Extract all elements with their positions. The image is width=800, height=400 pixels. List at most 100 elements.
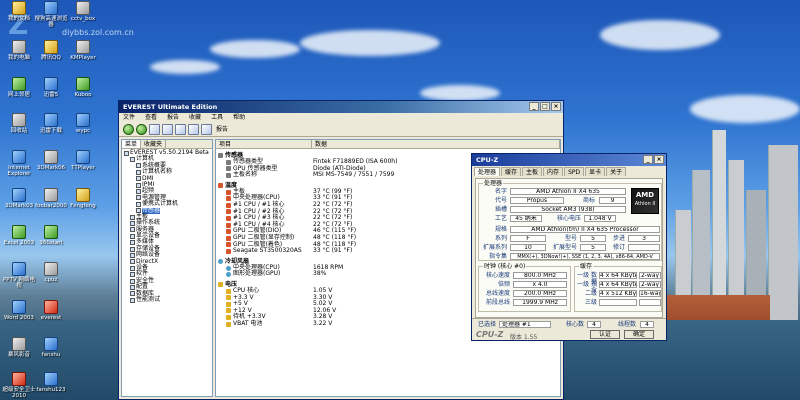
sens-icon <box>226 166 231 172</box>
tree-node-icon <box>136 182 141 188</box>
desktop-icon[interactable]: cpuz <box>34 262 68 283</box>
volt-icon <box>226 301 231 307</box>
instructions-label: 指令集 <box>488 253 507 260</box>
menu-help[interactable]: 帮助 <box>233 113 245 123</box>
tab-menu[interactable]: 菜单 <box>122 140 142 148</box>
chart-icon[interactable] <box>188 124 199 135</box>
desktop-icon[interactable]: 迅雷5 <box>34 77 68 98</box>
desktop-icon[interactable]: KMPlayer <box>66 40 100 61</box>
desktop-icon-label: foobar2000 <box>35 203 67 209</box>
tab-spd[interactable]: SPD <box>564 167 585 176</box>
close-button[interactable]: × <box>654 155 664 164</box>
desktop-icon[interactable]: Kuboo <box>66 77 100 98</box>
tree-node-icon <box>130 246 135 252</box>
validate-button[interactable]: 认证 <box>590 330 620 339</box>
desktop-icon[interactable]: 回收站 <box>2 113 36 134</box>
desktop-icon[interactable]: Fengfeng <box>66 188 100 209</box>
desktop-icon[interactable]: PPTV 网络电视 <box>2 262 36 289</box>
tree-item[interactable]: 性能测试 <box>124 296 210 303</box>
desktop-icon[interactable]: 360start <box>34 225 68 246</box>
desktop-icon[interactable]: wypc <box>66 113 100 134</box>
refresh-icon[interactable] <box>162 124 173 135</box>
up-icon[interactable] <box>149 124 160 135</box>
ext-model-value: 5 <box>580 244 606 251</box>
tree-node-icon <box>130 233 135 239</box>
cpuz-titlebar[interactable]: CPU-Z _ × <box>472 154 666 166</box>
desktop-icon[interactable]: cctv_box <box>66 1 100 22</box>
name-value: AMD Athlon II X4 635 <box>510 188 626 195</box>
sensor-value: 38% <box>313 270 327 278</box>
tree-node-icon <box>136 169 141 175</box>
desktop-icon[interactable]: 暴风影音 <box>2 337 36 358</box>
column-header-item[interactable]: 项目 <box>216 140 312 148</box>
tab-mainboard[interactable]: 主板 <box>522 167 543 176</box>
tree-node-icon <box>130 157 135 163</box>
menu-report[interactable]: 报告 <box>167 113 179 123</box>
menu-file[interactable]: 文件 <box>123 113 135 123</box>
desktop-icon[interactable]: foobar2000 <box>34 188 68 209</box>
desktop-icon[interactable]: 我的电脑 <box>2 40 36 61</box>
desktop-icon[interactable]: Excel 2003 <box>2 225 36 246</box>
menu-favorites[interactable]: 收藏 <box>189 113 201 123</box>
maximize-button[interactable]: □ <box>540 102 550 111</box>
tree-node-icon <box>136 189 141 195</box>
temp-icon <box>226 209 231 215</box>
desktop-icon[interactable]: fanshu123 <box>34 372 68 393</box>
application-icon <box>44 300 58 314</box>
desktop-icon[interactable]: everest <box>34 300 68 321</box>
minimize-button[interactable]: _ <box>643 155 653 164</box>
l1-data-value: 4 x 64 KBytes <box>599 272 637 279</box>
tab-graphics[interactable]: 显卡 <box>585 167 606 176</box>
computer-icon[interactable] <box>175 124 186 135</box>
desktop-icon[interactable]: TTPlayer <box>66 150 100 171</box>
desktop-icon-label: 3DMark03 <box>4 203 34 209</box>
tab-caches[interactable]: 缓存 <box>501 167 522 176</box>
core-speed-value: 800.0 MHz <box>513 272 567 279</box>
desktop-icon[interactable]: 超级安全卫士 2010 <box>2 372 36 399</box>
sensor-item: GPU 传感器类型 <box>216 165 312 173</box>
sensor-item-label: Seagate ST3500320AS <box>233 247 302 255</box>
column-header-value[interactable]: 数据 <box>312 140 560 148</box>
tab-about[interactable]: 关于 <box>606 167 627 176</box>
desktop-icon[interactable]: 3DMark03 <box>2 188 36 209</box>
l2-value: 4 x 512 KBytes <box>599 290 637 297</box>
application-icon <box>44 337 58 351</box>
everest-titlebar[interactable]: EVEREST Ultimate Edition _ □ × <box>119 101 563 113</box>
report-button[interactable]: 报告 <box>214 124 230 135</box>
menu-tools[interactable]: 工具 <box>211 113 223 123</box>
sens-icon <box>226 159 231 165</box>
forward-icon[interactable] <box>136 124 147 135</box>
desktop-icon[interactable]: Word 2003 <box>2 300 36 321</box>
volt-icon <box>226 308 231 314</box>
desktop-icon[interactable]: Internet Explorer <box>2 150 36 177</box>
close-button[interactable]: × <box>551 102 561 111</box>
report-icon[interactable] <box>201 124 212 135</box>
tree-node-icon <box>130 272 135 278</box>
desktop-icon[interactable]: 我的文档 <box>2 1 36 22</box>
volt-icon <box>226 295 231 301</box>
tab-cpu[interactable]: 处理器 <box>474 167 501 176</box>
trademark-value: 9 <box>599 197 626 204</box>
tab-favorites[interactable]: 收藏夹 <box>141 140 167 148</box>
back-icon[interactable] <box>123 124 134 135</box>
desktop-icon[interactable]: 腾讯QQ <box>34 40 68 61</box>
desktop-icon[interactable]: fanshu <box>34 337 68 358</box>
cpuz-title: CPU-Z <box>476 156 499 164</box>
menu-view[interactable]: 查看 <box>145 113 157 123</box>
tab-memory[interactable]: 内存 <box>543 167 564 176</box>
desktop-icon[interactable]: 网上邻居 <box>2 77 36 98</box>
desktop-icon[interactable]: 3DMark06 <box>34 150 68 171</box>
ok-button[interactable]: 确定 <box>624 330 654 339</box>
temp-icon <box>226 202 231 208</box>
processor-select[interactable]: 处理器 #1 <box>499 321 551 328</box>
navigation-pane: 菜单 收藏夹 EVEREST v5.50.2194 Beta 计算机 系统概要 计算机… <box>121 139 213 397</box>
desktop-icon[interactable]: 迅雷下载 <box>34 113 68 134</box>
cores-value: 4 <box>587 321 601 328</box>
family-label: 系列 <box>494 235 507 242</box>
tree-node-icon <box>130 252 135 258</box>
minimize-button[interactable]: _ <box>529 102 539 111</box>
sensor-value: 3.22 V <box>313 319 333 327</box>
cpuz-window[interactable]: CPU-Z _ × 处理器 缓存 主板 内存 SPD 显卡 关于 处理器 名字 … <box>471 153 667 341</box>
application-icon <box>44 262 58 276</box>
desktop-icon[interactable]: 搜狗高速浏览器 <box>34 1 68 28</box>
